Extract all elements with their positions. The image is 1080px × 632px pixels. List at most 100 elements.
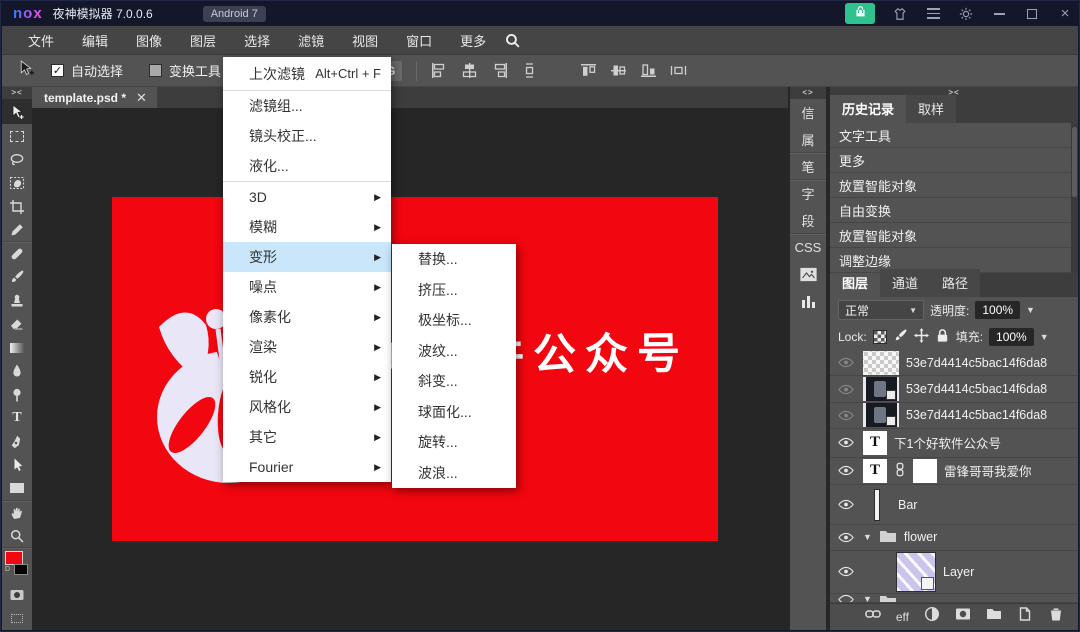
menu-item-3d[interactable]: 3D▶: [223, 182, 391, 212]
submenu-item-spherize[interactable]: 球面化...: [392, 397, 516, 428]
eye-icon[interactable]: [836, 594, 856, 603]
fill-value[interactable]: 100%: [989, 328, 1034, 346]
history-scrollbar[interactable]: [1071, 123, 1078, 273]
submenu-item-wave[interactable]: 波浪...: [392, 458, 516, 489]
eye-icon[interactable]: [836, 357, 856, 368]
brush-tool[interactable]: [2, 266, 32, 290]
marquee-tool[interactable]: [2, 124, 32, 148]
eye-icon[interactable]: [836, 566, 856, 577]
menu-filter[interactable]: 滤镜: [284, 25, 338, 56]
dock-properties-tab[interactable]: 属: [790, 126, 826, 153]
opacity-dropdown-icon[interactable]: ▼: [1026, 305, 1035, 315]
layer-row[interactable]: Bar: [830, 485, 1078, 525]
submenu-item-ripple[interactable]: 波纹...: [392, 336, 516, 367]
shape-tool[interactable]: [2, 477, 32, 501]
align-center-horizontal-icon[interactable]: [461, 63, 478, 78]
align-top-icon[interactable]: [580, 63, 597, 78]
background-color-swatch[interactable]: [14, 564, 28, 575]
submenu-item-pinch[interactable]: 挤压...: [392, 275, 516, 306]
tab-sampling[interactable]: 取样: [906, 95, 956, 123]
align-bottom-icon[interactable]: [640, 63, 657, 78]
layer-row[interactable]: T 雷锋哥哥我爱你: [830, 458, 1078, 485]
default-colors-label[interactable]: D: [5, 566, 10, 573]
dock-paragraph-tab[interactable]: 段: [790, 207, 826, 234]
screen-mode-icon[interactable]: [2, 607, 32, 631]
eye-icon[interactable]: [836, 499, 856, 510]
lock-paint-icon[interactable]: [893, 328, 908, 346]
blur-tool[interactable]: [2, 360, 32, 384]
minimize-button[interactable]: [991, 6, 1007, 22]
align-right-icon[interactable]: [491, 63, 508, 78]
link-layers-icon[interactable]: [865, 606, 881, 627]
dock-collapse-icon[interactable]: <>: [790, 87, 826, 99]
new-group-icon[interactable]: [986, 606, 1002, 627]
eye-icon[interactable]: [836, 410, 856, 421]
menu-item-stylize[interactable]: 风格化▶: [223, 392, 391, 422]
clone-stamp-tool[interactable]: [2, 289, 32, 313]
menu-item-noise[interactable]: 噪点▶: [223, 272, 391, 302]
layer-row-clipped[interactable]: ▼: [830, 594, 1078, 603]
transform-tool-checkbox[interactable]: ✓: [149, 64, 162, 77]
tools-collapse-icon[interactable]: ><: [2, 87, 32, 99]
menu-item-fourier[interactable]: Fourier▶: [223, 452, 391, 482]
menu-icon[interactable]: [925, 6, 941, 22]
menu-item-other[interactable]: 其它▶: [223, 422, 391, 452]
submenu-item-twirl[interactable]: 旋转...: [392, 427, 516, 458]
menu-select[interactable]: 选择: [230, 25, 284, 56]
distribute-horizontal-icon[interactable]: [670, 63, 687, 78]
menu-edit[interactable]: 编辑: [68, 25, 122, 56]
color-swatches[interactable]: D: [2, 548, 32, 583]
distribute-vertical-icon[interactable]: [521, 63, 538, 78]
new-layer-icon[interactable]: [1017, 606, 1033, 627]
opacity-value[interactable]: 100%: [975, 301, 1020, 319]
menu-item-sharpen[interactable]: 锐化▶: [223, 362, 391, 392]
tab-channels[interactable]: 通道: [880, 269, 930, 297]
layer-effects-button[interactable]: eff: [896, 610, 909, 624]
dock-css-tab[interactable]: CSS: [790, 234, 826, 261]
foreground-color-swatch[interactable]: [5, 551, 23, 565]
menu-layer[interactable]: 图层: [176, 25, 230, 56]
document-tab[interactable]: template.psd * ✕: [32, 87, 157, 108]
blend-mode-select[interactable]: 正常 ▼: [838, 300, 924, 320]
lock-transparency-icon[interactable]: [873, 330, 887, 344]
eyedropper-tool[interactable]: [2, 219, 32, 243]
menu-item-blur[interactable]: 模糊▶: [223, 212, 391, 242]
eraser-tool[interactable]: [2, 313, 32, 337]
dock-character-tab[interactable]: 字: [790, 180, 826, 207]
delete-layer-icon[interactable]: [1048, 606, 1064, 627]
history-item[interactable]: 自由变换: [830, 198, 1078, 223]
lock-position-icon[interactable]: [914, 328, 929, 346]
healing-tool[interactable]: [2, 242, 32, 266]
menu-item-render[interactable]: 渲染▶: [223, 332, 391, 362]
layer-row[interactable]: 53e7d4414c5bac14f6da8: [830, 350, 1078, 376]
lasso-tool[interactable]: [2, 148, 32, 172]
tab-close-icon[interactable]: ✕: [136, 90, 147, 106]
expand-triangle-icon[interactable]: ▼: [863, 532, 872, 542]
dock-brush-tab[interactable]: 笔: [790, 153, 826, 180]
layer-group-row[interactable]: ▼ flower: [830, 525, 1078, 550]
settings-gear-icon[interactable]: [958, 6, 974, 22]
history-item[interactable]: 放置智能对象: [830, 173, 1078, 198]
auto-select-checkbox[interactable]: ✓: [51, 64, 64, 77]
menu-file[interactable]: 文件: [14, 25, 68, 56]
hand-tool[interactable]: [2, 501, 32, 525]
submenu-item-polar[interactable]: 极坐标...: [392, 305, 516, 336]
menu-item-pixelate[interactable]: 像素化▶: [223, 302, 391, 332]
menu-item-filter-group[interactable]: 滤镜组...: [223, 91, 391, 121]
lock-all-icon[interactable]: [935, 328, 950, 346]
search-icon[interactable]: [504, 32, 521, 49]
align-middle-icon[interactable]: [610, 63, 627, 78]
layer-mask-icon[interactable]: [955, 606, 971, 627]
eye-icon[interactable]: [836, 384, 856, 395]
submenu-item-shear[interactable]: 斜变...: [392, 366, 516, 397]
menu-more[interactable]: 更多: [446, 25, 500, 56]
menu-item-last-filter[interactable]: 上次滤镜 Alt+Ctrl + F: [223, 57, 391, 90]
tab-layers[interactable]: 图层: [830, 269, 880, 297]
tab-paths[interactable]: 路径: [930, 269, 980, 297]
zoom-tool[interactable]: [2, 524, 32, 548]
theme-skin-icon[interactable]: [892, 6, 908, 22]
maximize-button[interactable]: [1024, 6, 1040, 22]
history-item[interactable]: 文字工具: [830, 123, 1078, 148]
pen-tool[interactable]: [2, 430, 32, 454]
dock-info-tab[interactable]: 信: [790, 99, 826, 126]
